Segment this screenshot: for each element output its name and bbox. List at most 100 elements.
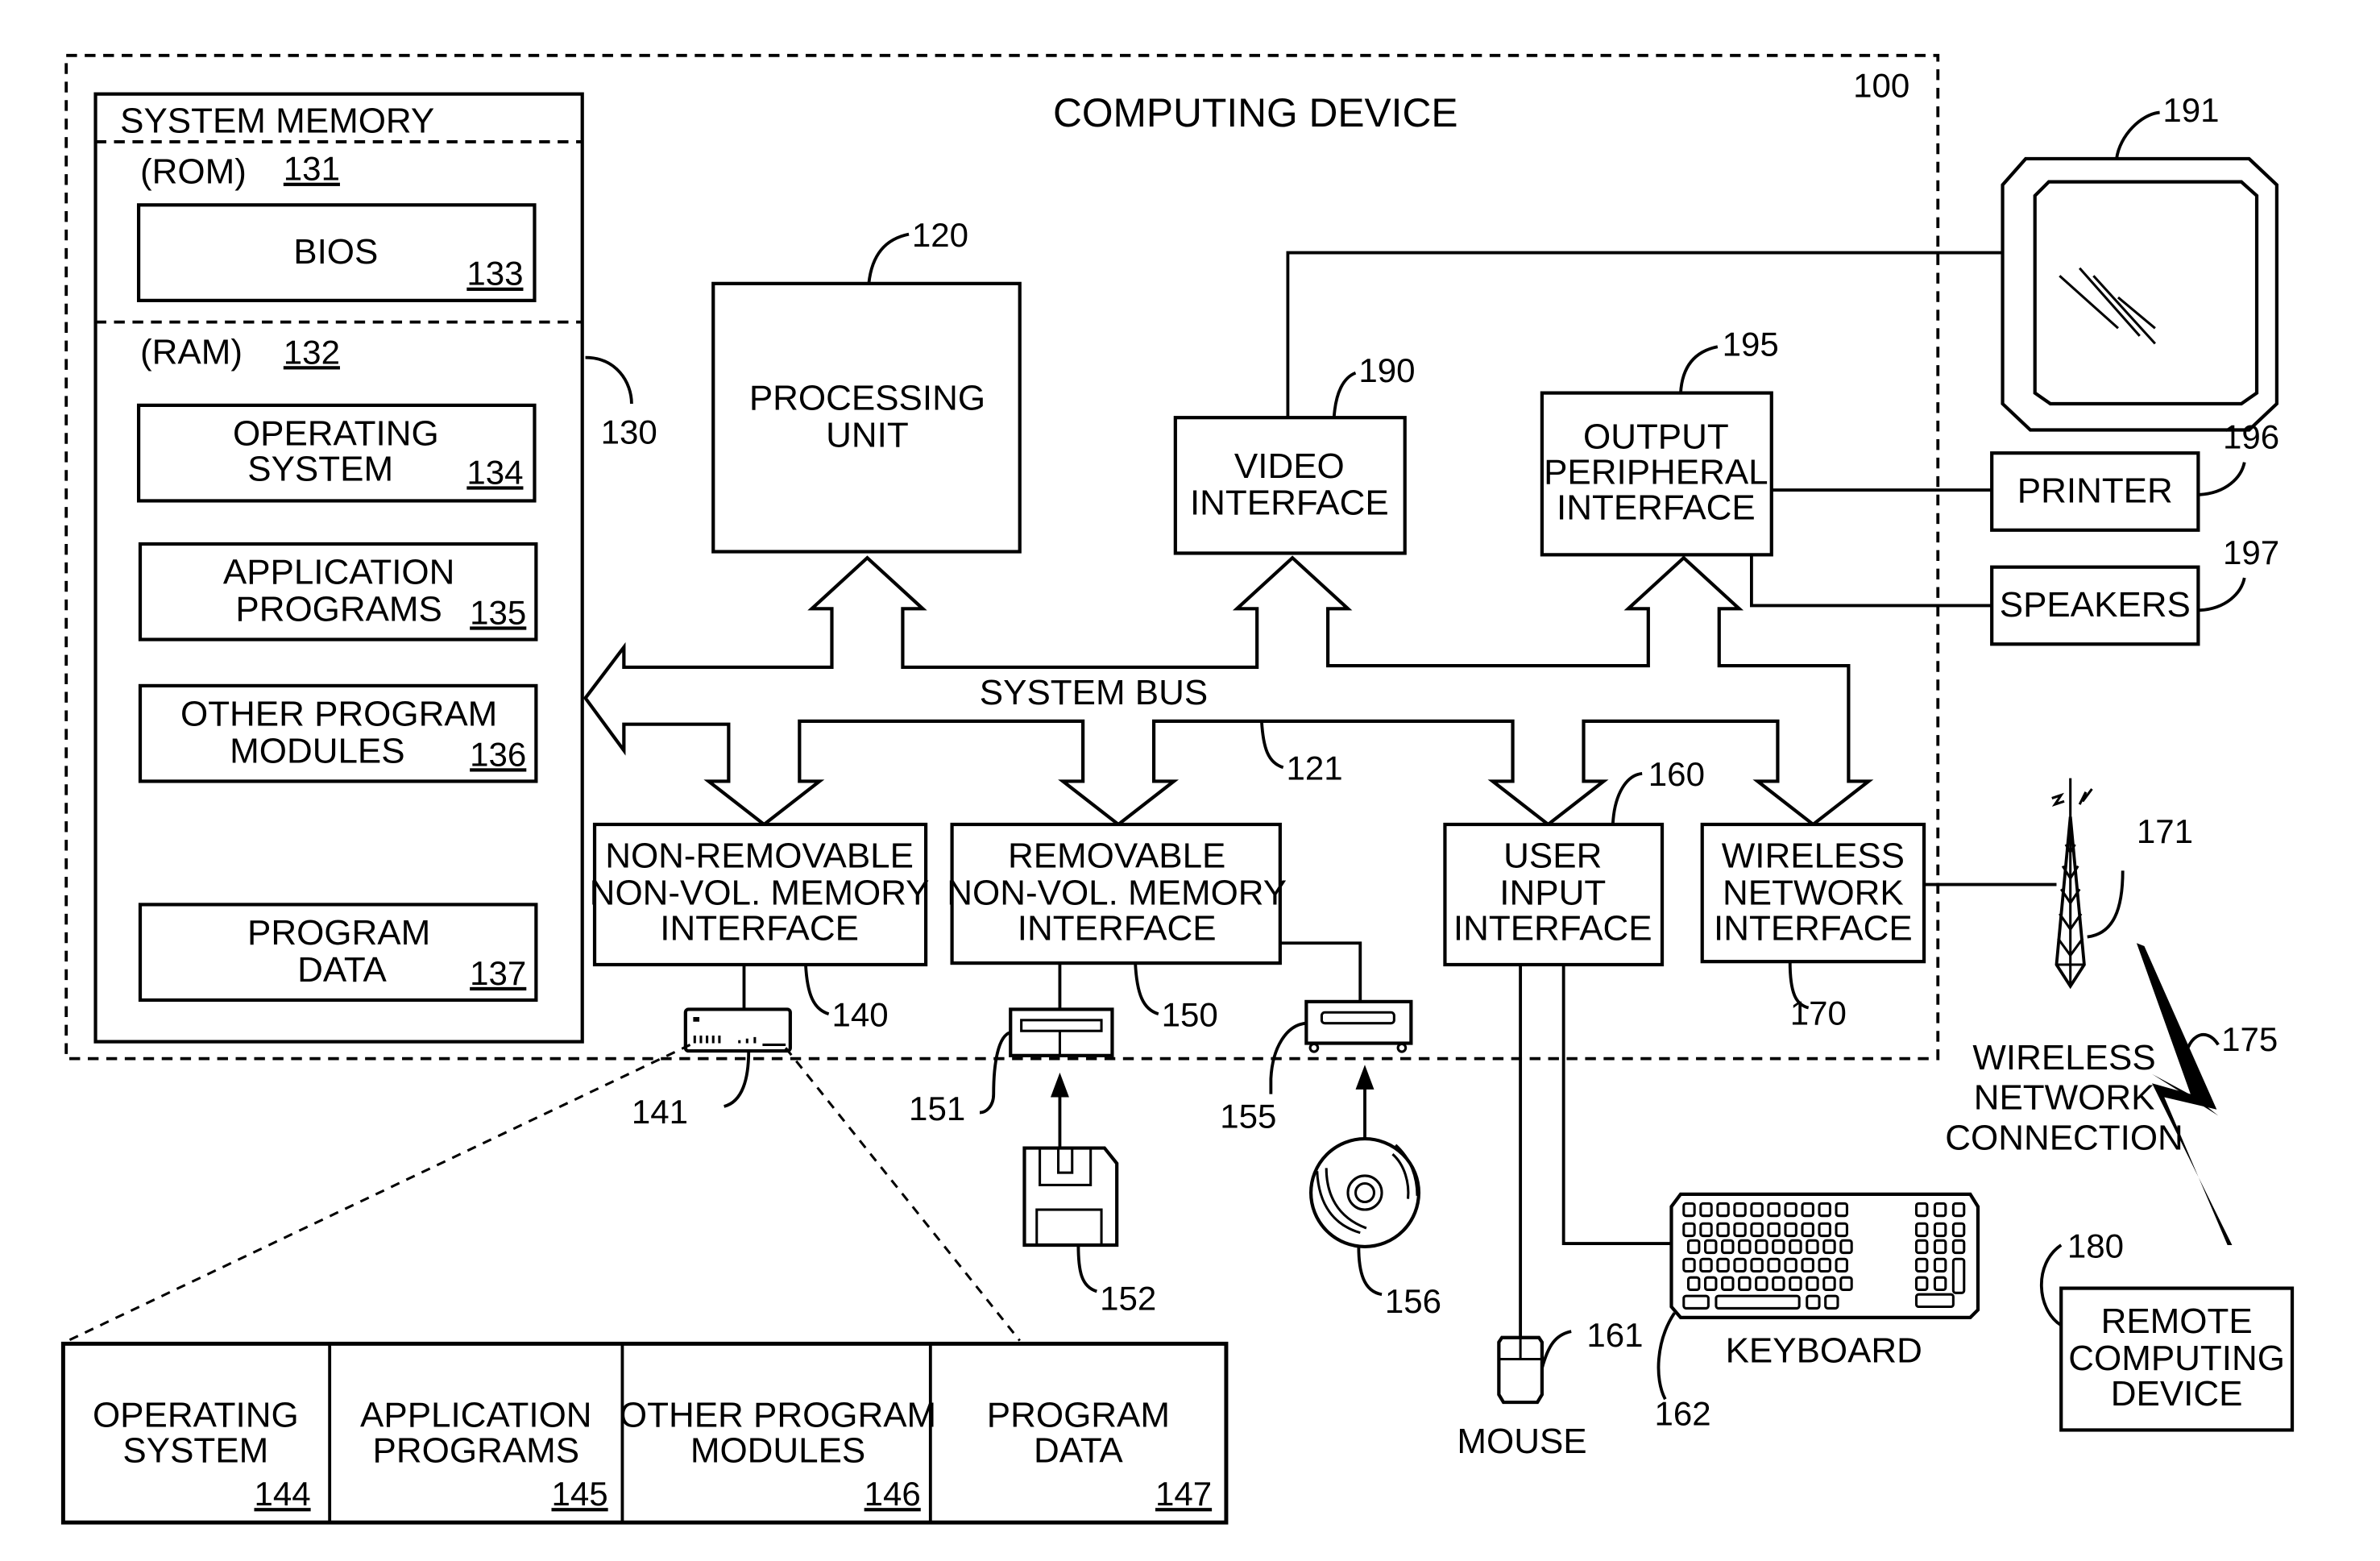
nr-line1: NON-REMOVABLE	[605, 837, 914, 876]
disk-item-ref: 146	[865, 1475, 921, 1513]
floppy-disk-ref: 152	[1100, 1279, 1156, 1317]
optical-insert-arrow	[1355, 1065, 1375, 1140]
bios-box[interactable]: BIOS 133	[136, 203, 537, 302]
system-memory: SYSTEM MEMORY (ROM) 131 BIOS 133 (RAM) 1…	[93, 92, 657, 1044]
ram-item-ref: 137	[470, 954, 526, 992]
optical-drive-icon[interactable]: 155	[1220, 999, 1413, 1135]
nr-line3: INTERFACE	[660, 908, 859, 948]
disk-item-ref: 145	[551, 1475, 607, 1513]
processing-unit[interactable]: PROCESSING UNIT 120	[711, 216, 1022, 554]
disk-item-line2: SYSTEM	[122, 1431, 268, 1471]
remote-computing-device[interactable]: REMOTE COMPUTING DEVICE 180	[2039, 1227, 2295, 1432]
disk-item-line1: OTHER PROGRAM	[620, 1396, 936, 1435]
hard-disk-ref: 141	[632, 1093, 688, 1131]
ram-item-line1: PROGRAM	[247, 913, 430, 953]
opi-line2: PERIPHERAL	[1544, 452, 1768, 492]
printer-label: PRINTER	[2017, 471, 2173, 510]
monitor[interactable]: 191	[2001, 91, 2279, 432]
wireless-network-interface[interactable]: WIRELESS NETWORK INTERFACE 170	[1700, 822, 2057, 1032]
system-memory-ref: 130	[601, 413, 657, 451]
floppy-drive-icon[interactable]: 151	[909, 1007, 1114, 1127]
mouse-ref: 161	[1586, 1316, 1643, 1354]
rm-line2: NON-VOL. MEMORY	[947, 873, 1287, 912]
wireless-connection: WIRELESS NETWORK CONNECTION 175	[1945, 943, 2278, 1246]
ram-item-line2: DATA	[297, 950, 387, 990]
wnc-line3: CONNECTION	[1945, 1118, 2183, 1157]
wni-line1: WIRELESS	[1722, 837, 1905, 876]
bios-label: BIOS	[293, 232, 378, 272]
processing-unit-line1: PROCESSING	[749, 379, 985, 418]
ram-item-line2: SYSTEM	[247, 450, 393, 489]
uii-line1: USER	[1503, 837, 1602, 876]
rcd-ref: 180	[2067, 1227, 2124, 1264]
speakers-ref: 197	[2223, 533, 2279, 571]
video-interface-line1: VIDEO	[1234, 446, 1345, 486]
uii-ref: 160	[1648, 755, 1705, 793]
ram-item-line1: OTHER PROGRAM	[180, 695, 497, 734]
antenna-ref: 171	[2137, 812, 2193, 850]
processing-unit-ref: 120	[912, 216, 968, 254]
disk-item-line2: PROGRAMS	[373, 1431, 580, 1471]
disk-item-ref: 144	[254, 1475, 310, 1513]
computing-device-title: COMPUTING DEVICE	[1053, 90, 1458, 135]
ram-label: (RAM)	[140, 332, 243, 372]
output-peripheral-interface[interactable]: OUTPUT PERIPHERAL INTERFACE 195	[1540, 326, 1992, 608]
printer-ref: 196	[2223, 417, 2279, 455]
rom-ref: 131	[284, 150, 340, 188]
system-memory-label: SYSTEM MEMORY	[120, 101, 434, 140]
wnc-ref: 175	[2221, 1020, 2278, 1058]
keyboard-label: KEYBOARD	[1726, 1331, 1922, 1370]
ram-application-programs[interactable]: APPLICATION PROGRAMS 135	[138, 542, 538, 641]
uii-line3: INTERFACE	[1453, 908, 1652, 948]
wni-line3: INTERFACE	[1714, 908, 1913, 948]
opi-line1: OUTPUT	[1583, 417, 1729, 456]
video-interface-ref: 190	[1358, 351, 1415, 389]
ram-item-line2: PROGRAMS	[235, 590, 442, 629]
wnc-line2: NETWORK	[1974, 1078, 2155, 1118]
printer[interactable]: PRINTER 196	[1990, 417, 2279, 532]
computing-device-diagram: COMPUTING DEVICE 100 SYSTEM MEMORY (ROM)…	[60, 53, 2295, 1525]
floppy-insert-arrow	[1050, 1072, 1069, 1148]
rm-line3: INTERFACE	[1018, 908, 1217, 948]
nr-line2: NON-VOL. MEMORY	[590, 873, 930, 912]
system-bus-ref: 121	[1286, 749, 1342, 787]
disk-item-line1: APPLICATION	[360, 1396, 591, 1435]
rcd-line3: DEVICE	[2111, 1374, 2243, 1414]
rcd-line2: COMPUTING	[2068, 1339, 2285, 1378]
speakers-label: SPEAKERS	[2000, 585, 2191, 625]
removable-memory-interface[interactable]: REMOVABLE NON-VOL. MEMORY INTERFACE 150	[947, 822, 1362, 1033]
hard-disk-icon[interactable]: 141	[632, 1007, 792, 1131]
mouse-icon[interactable]: 161 MOUSE	[1457, 1316, 1643, 1461]
ram-item-line2: MODULES	[230, 732, 404, 771]
monitor-ref: 191	[2162, 91, 2219, 129]
system-bus-label: SYSTEM BUS	[980, 673, 1208, 712]
speakers[interactable]: SPEAKERS 197	[1990, 533, 2279, 646]
disk-item-line1: PROGRAM	[987, 1396, 1170, 1435]
ram-operating-system[interactable]: OPERATING SYSTEM 134	[136, 403, 537, 503]
floppy-disk-icon[interactable]: 152	[1022, 1146, 1156, 1318]
optical-disk-ref: 156	[1385, 1282, 1441, 1320]
ram-item-ref: 136	[470, 735, 526, 773]
keyboard-ref: 162	[1654, 1395, 1710, 1433]
keyboard-icon[interactable]: 162 KEYBOARD	[1654, 1192, 1980, 1433]
user-input-interface[interactable]: USER INPUT INTERFACE 160	[1443, 755, 1705, 1338]
ram-item-ref: 134	[466, 453, 523, 491]
ram-item-ref: 135	[470, 593, 526, 631]
ram-program-data[interactable]: PROGRAM DATA 137	[138, 903, 538, 1003]
antenna-tower-icon[interactable]: 171	[2051, 778, 2193, 990]
opi-ref: 195	[1723, 326, 1779, 363]
non-removable-memory-interface[interactable]: NON-REMOVABLE NON-VOL. MEMORY INTERFACE …	[590, 822, 930, 1033]
uii-line2: INPUT	[1499, 873, 1606, 912]
video-interface-line2: INTERFACE	[1190, 484, 1389, 523]
wni-line2: NETWORK	[1723, 873, 1904, 912]
floppy-drive-ref: 151	[909, 1090, 965, 1127]
optical-disk-icon[interactable]: 156	[1308, 1136, 1441, 1320]
rm-line1: REMOVABLE	[1008, 837, 1225, 876]
ram-other-program-modules[interactable]: OTHER PROGRAM MODULES 136	[138, 683, 538, 783]
opi-line3: INTERFACE	[1557, 488, 1756, 527]
ram-item-line1: APPLICATION	[223, 553, 454, 592]
computing-device-ref: 100	[1853, 66, 1909, 104]
rom-label: (ROM)	[140, 152, 247, 192]
wnc-line1: WIRELESS	[1972, 1038, 2155, 1077]
wni-ref: 170	[1790, 994, 1847, 1032]
